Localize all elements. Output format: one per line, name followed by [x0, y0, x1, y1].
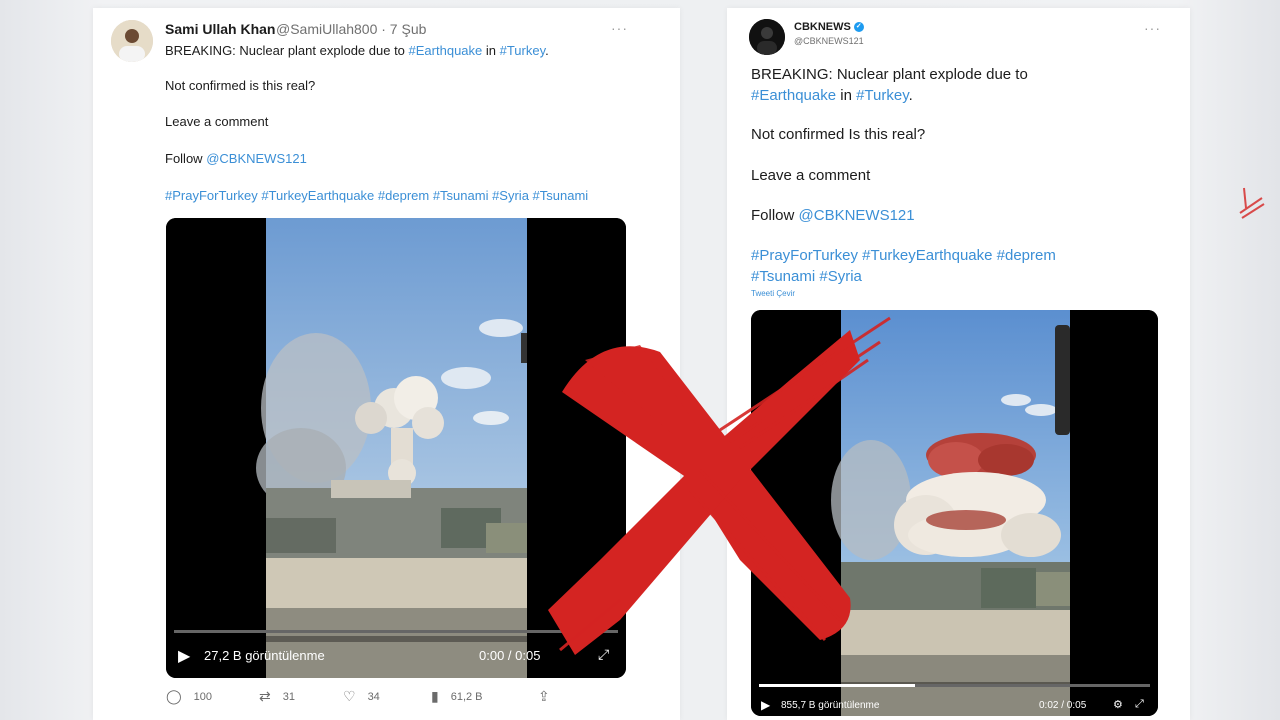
play-icon[interactable]: ▶ — [761, 698, 770, 712]
share-icon: ⇪ — [538, 688, 550, 704]
views-button[interactable]: ▮ 61,2 B — [431, 688, 483, 705]
tweet-text: . — [908, 87, 913, 104]
retweet-count: 31 — [282, 690, 295, 703]
tweet-text: . — [545, 43, 549, 58]
tweet-text: in — [482, 43, 500, 58]
hashtag-line[interactable]: #PrayForTurkey #TurkeyEarthquake #deprem… — [165, 188, 588, 203]
follow-line: Follow @CBKNEWS121 — [751, 207, 915, 224]
tweet-text: BREAKING: Nuclear plant explode due to — [165, 43, 409, 58]
tweet-text-line-3: Leave a comment — [165, 114, 269, 129]
hashtag-line-1[interactable]: #PrayForTurkey #TurkeyEarthquake #deprem — [751, 247, 1056, 264]
progress-fill — [759, 684, 916, 687]
hashtag-link[interactable]: #Turkey — [500, 43, 546, 58]
video-frame — [751, 310, 1158, 716]
person-icon — [749, 19, 785, 55]
tweet-card-left: Sami Ullah Khan @SamiUllah800 · 7 Şub ··… — [93, 8, 680, 720]
video-player[interactable]: ▶ 27,2 B görüntülenme 0:00 / 0:05 ⤢ — [166, 218, 626, 678]
play-icon[interactable]: ▶ — [178, 646, 190, 666]
hashtag-link[interactable]: #Turkey — [856, 87, 909, 104]
hashtag-line-2[interactable]: #Tsunami #Syria — [751, 268, 862, 285]
retweet-button[interactable]: ⇄ 31 — [259, 688, 295, 705]
hashtag-link[interactable]: #Earthquake — [409, 43, 483, 58]
person-icon — [111, 20, 153, 62]
view-count: 855,7 B görüntülenme — [781, 700, 880, 711]
reply-count: 100 — [193, 690, 213, 703]
fullscreen-icon[interactable]: ⤢ — [1135, 698, 1144, 711]
tweet-text-line-3: Not confirmed Is this real? — [751, 126, 926, 143]
avatar[interactable] — [111, 20, 153, 62]
tweet-text: in — [836, 87, 857, 104]
follow-text: Follow — [751, 207, 799, 224]
reply-icon: ◯ — [166, 688, 182, 704]
handle-date[interactable]: @SamiUllah800 · 7 Şub — [276, 21, 426, 37]
video-time: 0:00 / 0:05 — [479, 648, 541, 663]
author-name[interactable]: Sami Ullah Khan — [165, 21, 275, 37]
video-frame — [166, 218, 626, 678]
author-name-text: CBKNEWS — [794, 21, 851, 33]
tweet-card-right: CBKNEWS ✓ @CBKNEWS121 ··· BREAKING: Nucl… — [727, 8, 1190, 720]
mention-link[interactable]: @CBKNEWS121 — [206, 151, 307, 166]
heart-icon: ♡ — [343, 688, 356, 704]
red-scratch-marks — [1239, 187, 1265, 219]
translate-tweet-link[interactable]: Tweeti Çevir — [751, 289, 795, 298]
views-count: 61,2 B — [450, 690, 483, 703]
mention-link[interactable]: @CBKNEWS121 — [799, 207, 915, 224]
verified-badge-icon: ✓ — [853, 22, 864, 32]
progress-bar[interactable] — [174, 630, 618, 633]
fullscreen-icon[interactable]: ⤢ — [598, 646, 609, 663]
tweet-text-line-2: #Earthquake in #Turkey. — [751, 87, 913, 104]
hashtag-link[interactable]: #Earthquake — [751, 87, 836, 104]
view-count: 27,2 B görüntülenme — [204, 648, 325, 663]
reply-button[interactable]: ◯ 100 — [166, 688, 212, 705]
avatar[interactable] — [749, 19, 785, 55]
tweet-text-line-1: BREAKING: Nuclear plant explode due to — [751, 66, 1028, 83]
like-count: 34 — [367, 690, 380, 703]
retweet-icon: ⇄ — [259, 688, 271, 704]
follow-line: Follow @CBKNEWS121 — [165, 151, 307, 166]
tweet-text-line-2: Not confirmed is this real? — [165, 78, 316, 93]
video-player[interactable]: ▶ 855,7 B görüntülenme 0:02 / 0:05 ⚙ ⤢ — [751, 310, 1158, 716]
tweet-text-line-1: BREAKING: Nuclear plant explode due to #… — [165, 43, 549, 58]
more-options-icon[interactable]: ··· — [611, 20, 628, 36]
author-name[interactable]: CBKNEWS ✓ — [794, 21, 864, 33]
more-options-icon[interactable]: ··· — [1144, 20, 1161, 36]
progress-bar[interactable] — [759, 684, 1150, 687]
bar-chart-icon: ▮ — [431, 688, 439, 704]
tweet-actions: ◯ 100 ⇄ 31 ♡ 34 ▮ 61,2 B ⇪ — [93, 688, 680, 708]
handle[interactable]: @CBKNEWS121 — [794, 36, 864, 46]
settings-icon[interactable]: ⚙ — [1113, 698, 1123, 711]
follow-text: Follow — [165, 151, 207, 166]
video-time: 0:02 / 0:05 — [1039, 700, 1087, 711]
share-button[interactable]: ⇪ — [538, 688, 550, 705]
like-button[interactable]: ♡ 34 — [343, 688, 380, 705]
tweet-text-line-4: Leave a comment — [751, 167, 871, 184]
